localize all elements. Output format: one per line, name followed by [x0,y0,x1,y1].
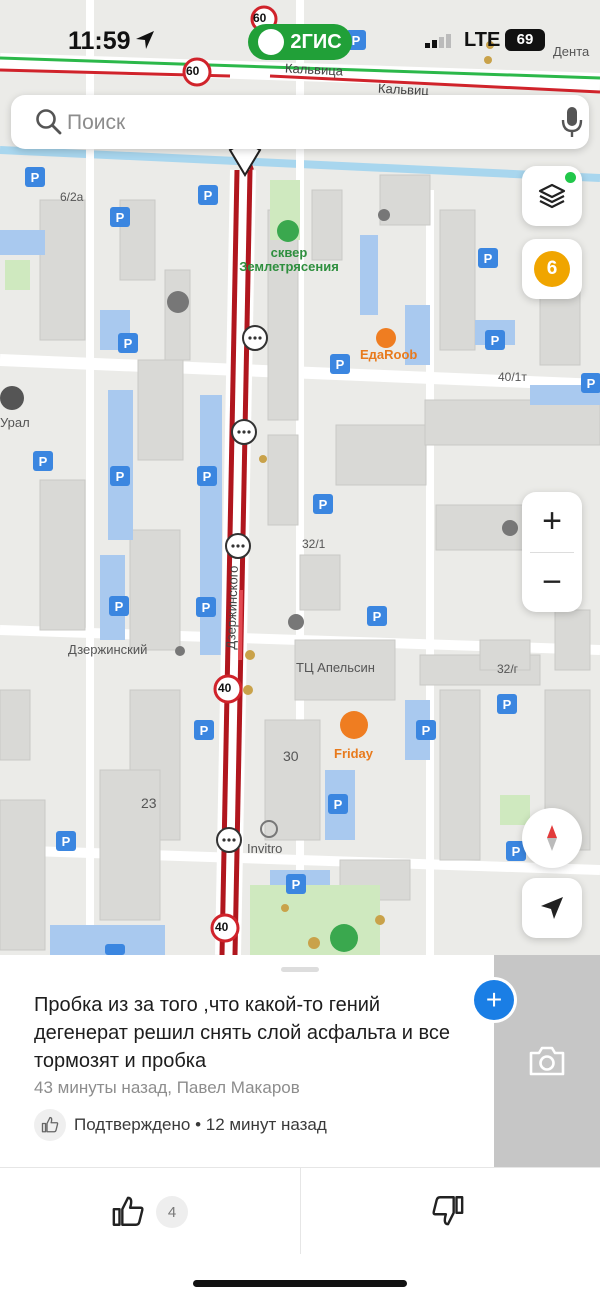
thumbs-up-icon [34,1109,66,1141]
search-bar[interactable] [11,95,589,149]
address-label: 32/1 [302,537,326,551]
park-label[interactable]: сквер Землетрясения [234,246,344,274]
event-message: Пробка из за того ,что какой-то гений де… [34,994,451,1072]
confirmation-row: Подтверждено • 12 минут назад [34,1108,327,1142]
svg-text:P: P [512,844,521,859]
svg-text:P: P [204,188,213,203]
poi-label[interactable]: EдаRoob [360,347,417,362]
address-label: 6/2а [60,190,84,204]
svg-text:P: P [39,454,48,469]
svg-text:P: P [116,469,125,484]
compass-button[interactable] [522,808,582,868]
confirmation-text: Подтверждено • 12 минут назад [74,1115,327,1134]
home-indicator[interactable] [193,1280,407,1287]
speed-limit-sign: 40 [218,681,232,695]
svg-text:P: P [292,877,301,892]
add-button[interactable]: + [474,980,514,1020]
speed-limit-sign: 60 [253,11,267,25]
notification-dot [565,172,576,183]
svg-text:P: P [31,170,40,185]
address-label: 30 [283,748,299,764]
dislike-button[interactable] [430,1193,466,1232]
poi-label[interactable]: Friday [334,746,373,761]
street-label: Дзержинского [222,565,241,650]
svg-text:P: P [484,251,493,266]
svg-text:P: P [116,210,125,225]
svg-text:P: P [352,33,361,48]
poi-label[interactable]: Урал [0,415,30,430]
traffic-score: 6 [534,251,570,287]
svg-text:P: P [115,599,124,614]
poi-label[interactable]: Дзержинский [68,642,147,657]
svg-text:P: P [124,336,133,351]
poi-label[interactable]: ТЦ Апельсин [296,660,375,675]
zoom-out-button[interactable]: − [522,552,582,612]
camera-icon [529,1046,565,1076]
vote-bar: 4 [0,1167,600,1254]
search-input[interactable] [65,105,529,141]
svg-text:P: P [319,497,328,512]
thumbs-down-icon [432,1196,464,1226]
svg-text:P: P [203,469,212,484]
sheet-handle[interactable] [281,967,319,972]
svg-text:P: P [373,609,382,624]
zoom-controls: + − [522,492,582,612]
speed-limit-sign: 60 [186,64,200,78]
svg-text:P: P [503,697,512,712]
navigation-arrow-icon [541,897,563,919]
like-count: 4 [156,1196,188,1228]
poi-label[interactable]: Invitro [247,841,282,856]
search-icon [36,109,62,135]
svg-text:P: P [62,834,71,849]
vote-divider [300,1168,301,1254]
microphone-icon[interactable] [558,105,586,139]
street-label: Кальвица [284,60,344,79]
svg-text:P: P [202,600,211,615]
add-photo-button[interactable] [494,955,600,1167]
address-label: 32/г [497,662,519,676]
speed-limit-sign: 40 [215,920,229,934]
my-location-button[interactable] [522,878,582,938]
layers-icon [538,183,566,209]
zoom-in-button[interactable]: + [522,492,582,552]
like-button[interactable]: 4 [110,1195,188,1229]
svg-text:P: P [491,333,500,348]
event-meta: 43 минуты назад, Павел Макаров [34,1078,300,1097]
svg-text:P: P [422,723,431,738]
address-label: 40/1т [498,370,527,384]
traffic-score-button[interactable]: 6 [522,239,582,299]
event-card: + Пробка из за того ,что какой-то гений … [0,955,600,1300]
compass-icon [547,825,557,851]
svg-text:P: P [334,797,343,812]
svg-text:P: P [200,723,209,738]
layers-button[interactable] [522,166,582,226]
svg-text:P: P [336,357,345,372]
plus-icon: + [485,984,503,1015]
poi-label[interactable]: Дента [553,44,589,59]
thumbs-up-icon [112,1196,144,1226]
address-label: 23 [141,795,157,811]
svg-text:P: P [587,376,596,391]
